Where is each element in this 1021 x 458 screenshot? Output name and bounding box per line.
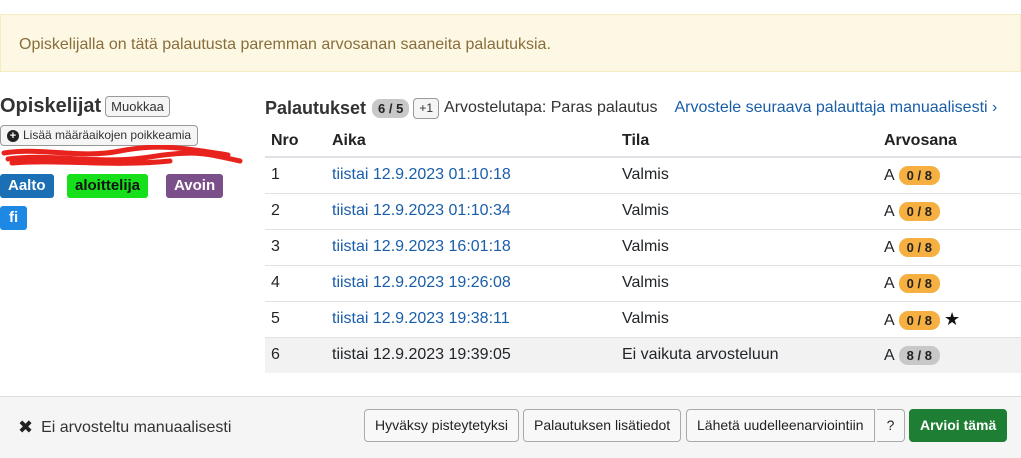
edit-students-button[interactable]: Muokkaa xyxy=(105,96,170,117)
table-row: 2 tiistai 12.9.2023 01:10:34 Valmis A0 /… xyxy=(265,192,1021,229)
approve-score-button[interactable]: Hyväksy pisteytetyksi xyxy=(364,409,520,442)
tag-fi: fi xyxy=(0,206,28,230)
row-number: 2 xyxy=(265,192,332,229)
submission-time-link[interactable]: tiistai 12.9.2023 01:10:18 xyxy=(332,166,511,183)
add-deadline-exception-button[interactable]: + Lisää määräaikojen poikkeamia xyxy=(0,125,199,146)
row-grade: A xyxy=(884,238,895,256)
header-tila: Tila xyxy=(622,125,884,158)
submissions-title: Palautukset xyxy=(265,97,367,118)
submission-time-link[interactable]: tiistai 12.9.2023 19:26:08 xyxy=(332,274,511,291)
submission-time: tiistai 12.9.2023 19:39:05 xyxy=(332,336,622,373)
row-grade: A xyxy=(884,274,895,292)
score-badge: 0 / 8 xyxy=(898,273,940,293)
grading-footer: ✖ Ei arvosteltu manuaalisesti Hyväksy pi… xyxy=(0,396,1021,458)
star-icon: ★ xyxy=(943,308,961,329)
row-grade: A xyxy=(884,166,895,184)
submission-time-link[interactable]: tiistai 12.9.2023 19:38:11 xyxy=(332,310,510,327)
submissions-table: Nro Aika Tila Arvosana 1 tiistai 12.9.20… xyxy=(265,125,1021,373)
row-status: Valmis xyxy=(622,156,884,193)
close-x-icon: ✖ xyxy=(18,417,34,437)
header-arvosana: Arvosana xyxy=(884,125,1021,158)
tag-aloittelija: aloittelija xyxy=(67,174,149,198)
submissions-panel: Palautukset 6 / 5 +1 Arvostelutapa: Para… xyxy=(265,95,1021,373)
submissions-header: Palautukset 6 / 5 +1 Arvostelutapa: Para… xyxy=(265,95,1021,121)
row-number: 3 xyxy=(265,228,332,265)
row-status: Valmis xyxy=(622,300,884,337)
grade-next-link[interactable]: Arvostele seuraava palauttaja manuaalise… xyxy=(675,99,998,117)
row-status: Valmis xyxy=(622,228,884,265)
alert-text: Opiskelijalla on tätä palautusta paremma… xyxy=(19,36,551,53)
students-header: Opiskelijat Muokkaa xyxy=(0,95,250,118)
extra-submission-button[interactable]: +1 xyxy=(413,97,440,119)
row-grade: A xyxy=(884,202,895,220)
grading-method: Arvostelutapa: Paras palautus xyxy=(444,99,658,116)
students-panel: Opiskelijat Muokkaa + Lisää määräaikojen… xyxy=(0,95,250,230)
info-alert: Opiskelijalla on tätä palautusta paremma… xyxy=(0,14,1021,72)
deadline-button-label: Lisää määräaikojen poikkeamia xyxy=(23,128,192,142)
row-number: 6 xyxy=(265,336,332,373)
row-number: 1 xyxy=(265,156,332,193)
row-status: Valmis xyxy=(622,264,884,301)
row-status: Ei vaikuta arvosteluun xyxy=(622,336,884,373)
plus-circle-icon: + xyxy=(7,129,19,142)
submission-time-link[interactable]: tiistai 12.9.2023 01:10:34 xyxy=(332,202,511,219)
row-grade: A xyxy=(884,311,895,329)
score-badge: 0 / 8 xyxy=(898,237,940,257)
redaction-scribble xyxy=(1,145,243,166)
submission-count-badge: 6 / 5 xyxy=(372,98,410,118)
score-badge: 0 / 8 xyxy=(898,201,940,221)
grading-status-text: Ei arvosteltu manuaalisesti xyxy=(41,418,232,436)
table-row: 4 tiistai 12.9.2023 19:26:08 Valmis A0 /… xyxy=(265,264,1021,301)
row-grade: A xyxy=(884,346,895,364)
row-number: 5 xyxy=(265,300,332,337)
score-badge: 0 / 8 xyxy=(898,310,940,330)
tag-avoin: Avoin xyxy=(166,174,224,198)
table-row: 5 tiistai 12.9.2023 19:38:11 Valmis A0 /… xyxy=(265,300,1021,337)
header-nro: Nro xyxy=(265,125,332,158)
row-number: 4 xyxy=(265,264,332,301)
score-badge: 8 / 8 xyxy=(898,345,940,365)
table-row: 1 tiistai 12.9.2023 01:10:18 Valmis A0 /… xyxy=(265,156,1021,193)
header-aika: Aika xyxy=(332,125,622,158)
submission-time-link[interactable]: tiistai 12.9.2023 16:01:18 xyxy=(332,238,511,255)
resubmit-grading-button[interactable]: Lähetä uudelleenarviointiin xyxy=(686,409,875,442)
row-status: Valmis xyxy=(622,192,884,229)
score-badge: 0 / 8 xyxy=(898,165,940,185)
table-row: 6 tiistai 12.9.2023 19:39:05 Ei vaikuta … xyxy=(265,336,1021,373)
students-title: Opiskelijat xyxy=(0,95,102,117)
grading-status: ✖ Ei arvosteltu manuaalisesti xyxy=(18,417,231,438)
grade-this-button[interactable]: Arvioi tämä xyxy=(909,409,1008,442)
table-header-row: Nro Aika Tila Arvosana xyxy=(265,125,1021,158)
submission-details-button[interactable]: Palautuksen lisätiedot xyxy=(523,409,682,442)
help-button[interactable]: ? xyxy=(877,409,905,442)
tag-aalto: Aalto xyxy=(0,174,54,198)
table-row: 3 tiistai 12.9.2023 16:01:18 Valmis A0 /… xyxy=(265,228,1021,265)
